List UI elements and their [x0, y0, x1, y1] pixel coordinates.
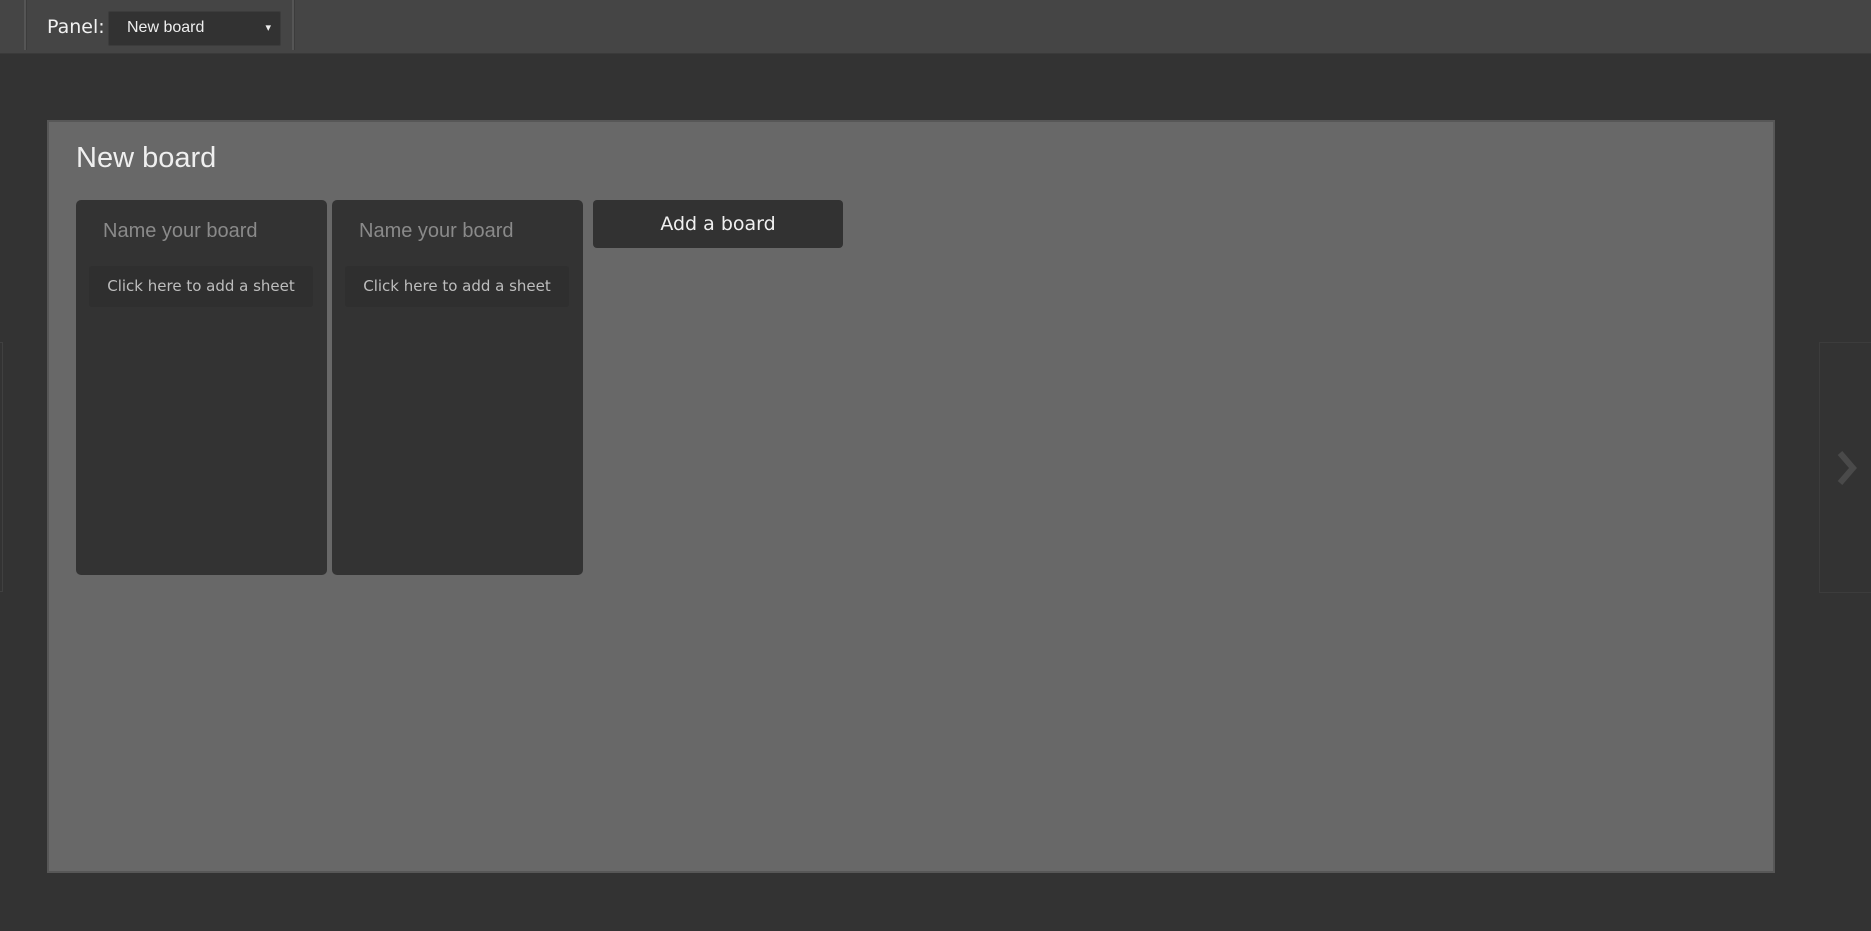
panel-label: Panel:: [47, 16, 105, 38]
toolbar: Panel: New board ▾: [0, 0, 1871, 54]
previous-panel-tab[interactable]: [0, 342, 3, 592]
add-sheet-button[interactable]: Click here to add a sheet: [89, 266, 313, 307]
panel-select[interactable]: New board ▾: [108, 11, 281, 46]
add-board-button[interactable]: Add a board: [593, 200, 843, 248]
board-name-field[interactable]: Name your board: [359, 220, 514, 243]
board-title: New board: [76, 142, 217, 174]
toolbar-divider: [24, 0, 27, 50]
next-panel-tab[interactable]: [1819, 342, 1871, 593]
panel-select-value: New board: [127, 19, 205, 36]
toolbar-divider: [292, 0, 295, 50]
chevron-right-icon: [1837, 451, 1857, 485]
chevron-down-icon: ▾: [265, 21, 271, 34]
board-area: New board Name your board Click here to …: [47, 120, 1775, 873]
board-column: Name your board Click here to add a shee…: [76, 200, 327, 575]
board-column: Name your board Click here to add a shee…: [332, 200, 583, 575]
board-name-field[interactable]: Name your board: [103, 220, 258, 243]
add-sheet-button[interactable]: Click here to add a sheet: [345, 266, 569, 307]
